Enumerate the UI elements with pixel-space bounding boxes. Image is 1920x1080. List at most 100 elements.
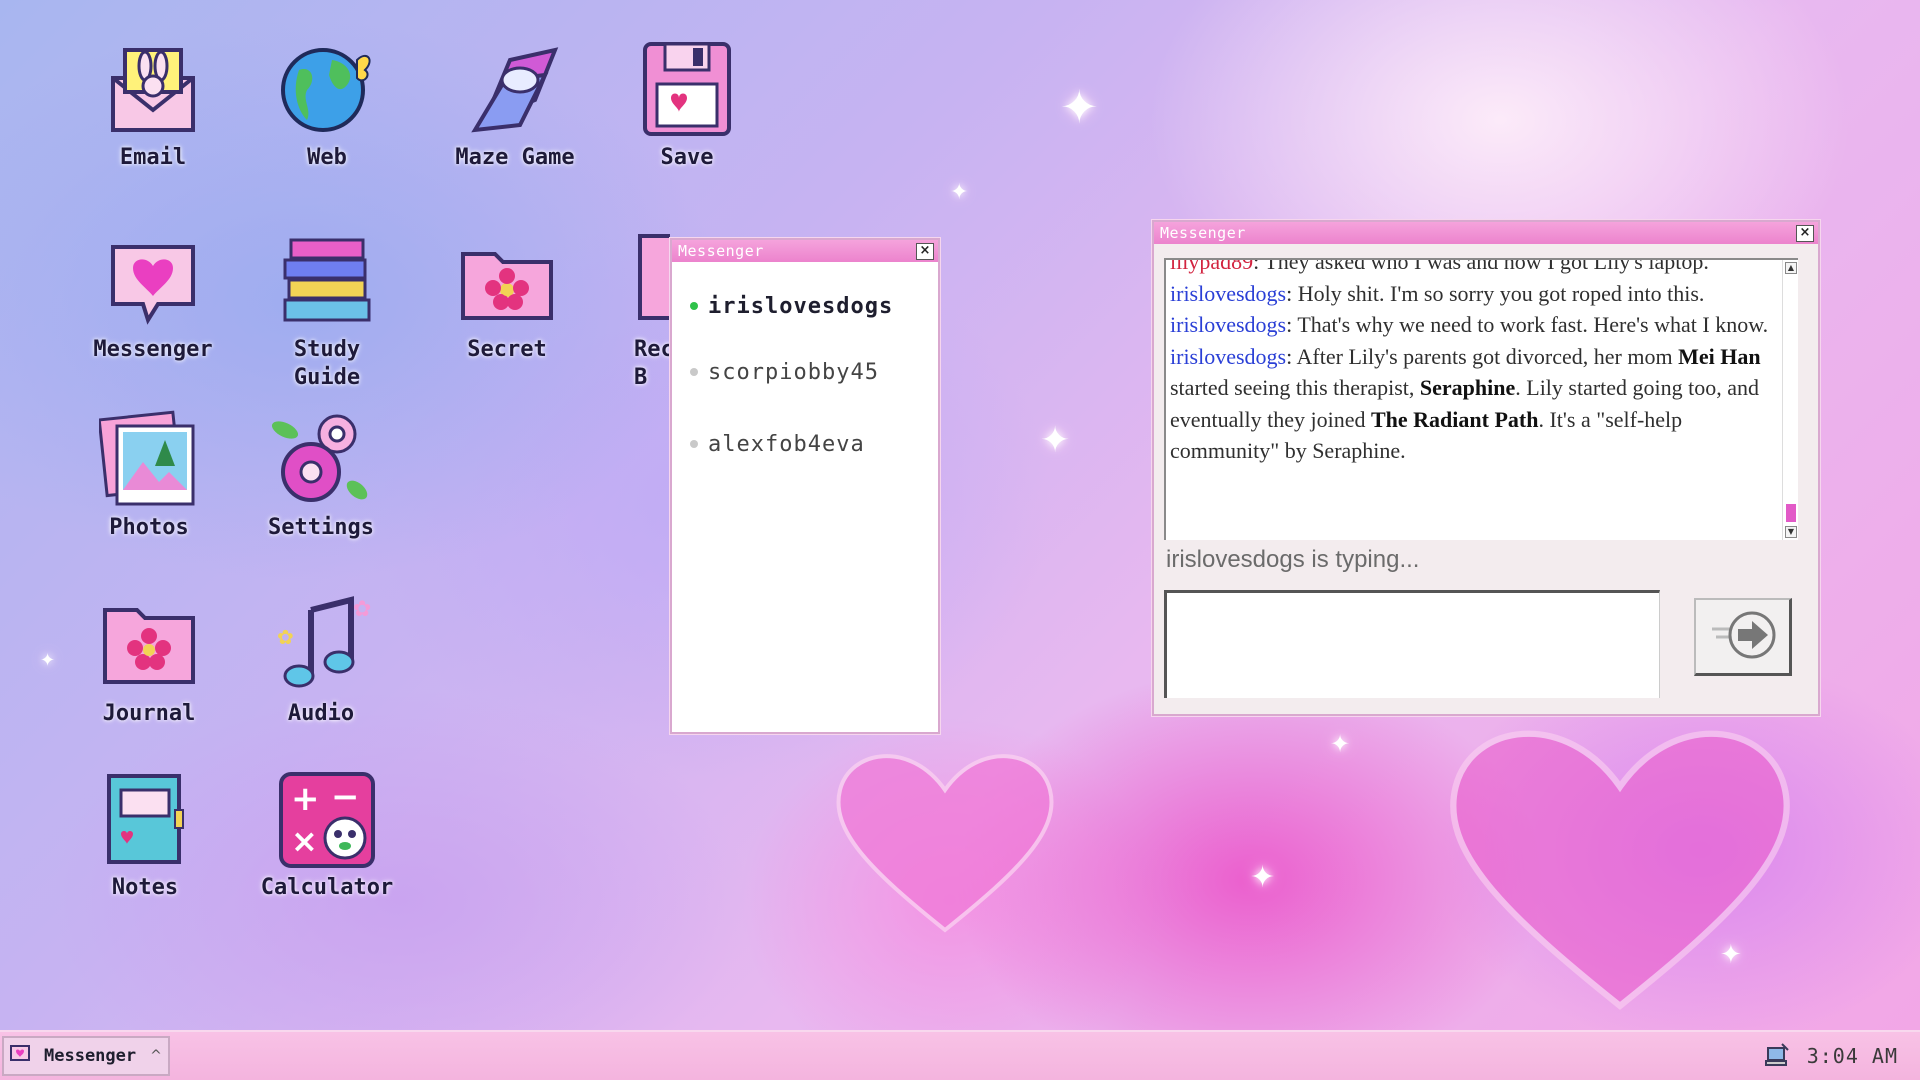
window-titlebar[interactable]: Messenger × — [672, 240, 938, 262]
contact-list: irislovesdogs scorpiobby45 alexfob4eva — [672, 262, 938, 480]
desktop-icon-label: Maze Game — [455, 145, 575, 170]
books-icon — [277, 232, 377, 332]
chevron-up-icon[interactable]: ^ — [150, 1048, 162, 1064]
desktop-icon-notes[interactable]: Notes — [70, 770, 220, 902]
window-title: Messenger — [678, 242, 764, 260]
desktop-icon-journal[interactable]: Journal — [74, 596, 224, 728]
music-note-icon: ✿ ✿ — [271, 596, 371, 696]
desktop-icon-settings[interactable]: Settings — [246, 410, 396, 542]
offline-status-icon — [690, 368, 698, 376]
message-text: : Holy shit. I'm so sorry you got roped … — [1286, 280, 1705, 306]
heart-chat-icon — [10, 1044, 30, 1068]
message-text: : That's why we need to work fast. Here'… — [1286, 312, 1769, 337]
send-arrow-icon — [1708, 607, 1778, 667]
game-controller-icon — [465, 40, 565, 140]
desktop-icon-label: Study Guide — [293, 337, 361, 390]
message-sender: lilypad89 — [1170, 258, 1254, 274]
folder-icon — [606, 232, 670, 332]
desktop-icon-email[interactable]: Email — [78, 40, 228, 172]
globe-icon — [277, 40, 377, 140]
desktop-icon-label: Save — [660, 145, 714, 170]
window-titlebar[interactable]: Messenger × — [1154, 222, 1818, 244]
contact-item[interactable]: irislovesdogs — [690, 276, 938, 336]
desktop-icon-label: Journal — [102, 701, 196, 726]
chat-message: irislovesdogs: After Lily's parents got … — [1170, 341, 1772, 467]
heart-decoration — [830, 740, 1060, 940]
contact-name: scorpiobby45 — [708, 359, 879, 385]
desktop-icon-label: Settings — [268, 515, 374, 540]
message-sender: irislovesdogs — [1170, 343, 1287, 369]
svg-text:−: − — [331, 777, 360, 817]
message-sender: irislovesdogs — [1170, 280, 1287, 306]
gear-icon — [271, 410, 371, 510]
desktop-icon-web[interactable]: Web — [252, 40, 402, 172]
folder-flower-icon — [457, 232, 557, 332]
message-input[interactable] — [1164, 590, 1660, 698]
svg-text:✿: ✿ — [277, 625, 294, 649]
folder-flower-icon — [99, 596, 199, 696]
system-clock: 3:04 AM — [1806, 1044, 1898, 1068]
scroll-down-icon[interactable]: ▼ — [1785, 526, 1797, 538]
contact-name: irislovesdogs — [708, 293, 894, 319]
message-sender: irislovesdogs — [1170, 312, 1287, 337]
taskbar-item-label: Messenger — [44, 1046, 137, 1066]
chat-log: lilypad89: They asked who I was and how … — [1164, 258, 1798, 540]
network-computer-icon[interactable] — [1764, 1042, 1790, 1072]
message-emphasis: Mei Han — [1678, 343, 1761, 369]
desktop-icon-messenger[interactable]: Messenger — [78, 232, 228, 364]
desktop-icon-label: Calculator — [260, 875, 394, 900]
chat-message: irislovesdogs: Holy shit. I'm so sorry y… — [1170, 278, 1772, 310]
window-title: Messenger — [1160, 224, 1246, 242]
scroll-thumb[interactable] — [1786, 504, 1796, 522]
sparkle-decoration: ✦ — [40, 650, 56, 671]
message-emphasis: Seraphine — [1419, 375, 1516, 400]
desktop-icon-secret[interactable]: Secret — [432, 232, 582, 364]
desktop-icon-rec[interactable]: Rec B — [606, 232, 670, 392]
desktop-icon-label: Email — [119, 145, 187, 170]
offline-status-icon — [690, 440, 698, 448]
contacts-window[interactable]: Messenger × irislovesdogs scorpiobby45 a… — [670, 238, 940, 734]
desktop-icon-label: Web — [307, 145, 347, 170]
floppy-disk-icon — [637, 40, 737, 140]
desktop-icon-label: Photos — [109, 515, 189, 540]
chat-scrollbar[interactable]: ▲ ▼ — [1782, 260, 1798, 540]
close-icon[interactable]: × — [1796, 224, 1814, 242]
taskbar: Messenger ^ 3:04 AM — [0, 1030, 1920, 1080]
typing-indicator: irislovesdogs is typing... — [1166, 546, 1420, 573]
send-button[interactable] — [1694, 598, 1792, 676]
desktop-icon-maze-game[interactable]: Maze Game — [440, 40, 590, 172]
desktop-icon-label: Secret — [467, 337, 547, 362]
message-emphasis: The Radiant Path — [1371, 406, 1539, 432]
scroll-up-icon[interactable]: ▲ — [1785, 262, 1797, 274]
svg-text:✿: ✿ — [353, 597, 371, 622]
online-status-icon — [690, 302, 698, 310]
contact-item[interactable]: scorpiobby45 — [690, 336, 938, 408]
email-icon — [103, 40, 203, 140]
contact-item[interactable]: alexfob4eva — [690, 408, 938, 480]
close-icon[interactable]: × — [916, 242, 934, 260]
photo-icon — [99, 410, 199, 510]
desktop-icon-save[interactable]: Save — [612, 40, 762, 172]
chat-window[interactable]: Messenger × lilypad89: They asked who I … — [1152, 220, 1820, 716]
desktop-icon-audio[interactable]: ✿ ✿ Audio — [246, 596, 396, 728]
taskbar-item-messenger[interactable]: Messenger ^ — [2, 1036, 170, 1076]
svg-text:+: + — [291, 779, 320, 819]
svg-text:×: × — [291, 822, 318, 860]
message-text: : They asked who I was and how I got Lil… — [1253, 258, 1709, 274]
calculator-icon: + − × — [277, 770, 377, 870]
desktop-icon-photos[interactable]: Photos — [74, 410, 224, 542]
desktop-icon-study-guide[interactable]: Study Guide — [252, 232, 402, 392]
sparkle-decoration: ✦ — [1040, 420, 1071, 461]
chat-message: lilypad89: They asked who I was and how … — [1170, 258, 1772, 278]
desktop-icon-label: Audio — [287, 701, 355, 726]
sparkle-decoration: ✦ — [1250, 860, 1276, 895]
desktop-icon-calculator[interactable]: + − × Calculator — [252, 770, 402, 902]
chat-message: irislovesdogs: That's why we need to wor… — [1170, 309, 1772, 341]
desktop-icon-label: Messenger — [93, 337, 213, 362]
notebook-icon — [95, 770, 195, 870]
heart-chat-icon — [103, 232, 203, 332]
message-text: : After Lily's parents got divorced, her… — [1286, 343, 1679, 369]
desktop-icon-label: Notes — [111, 875, 179, 900]
message-text: started seeing this therapist, — [1170, 375, 1420, 400]
desktop-icon-label: Rec B — [634, 337, 670, 390]
